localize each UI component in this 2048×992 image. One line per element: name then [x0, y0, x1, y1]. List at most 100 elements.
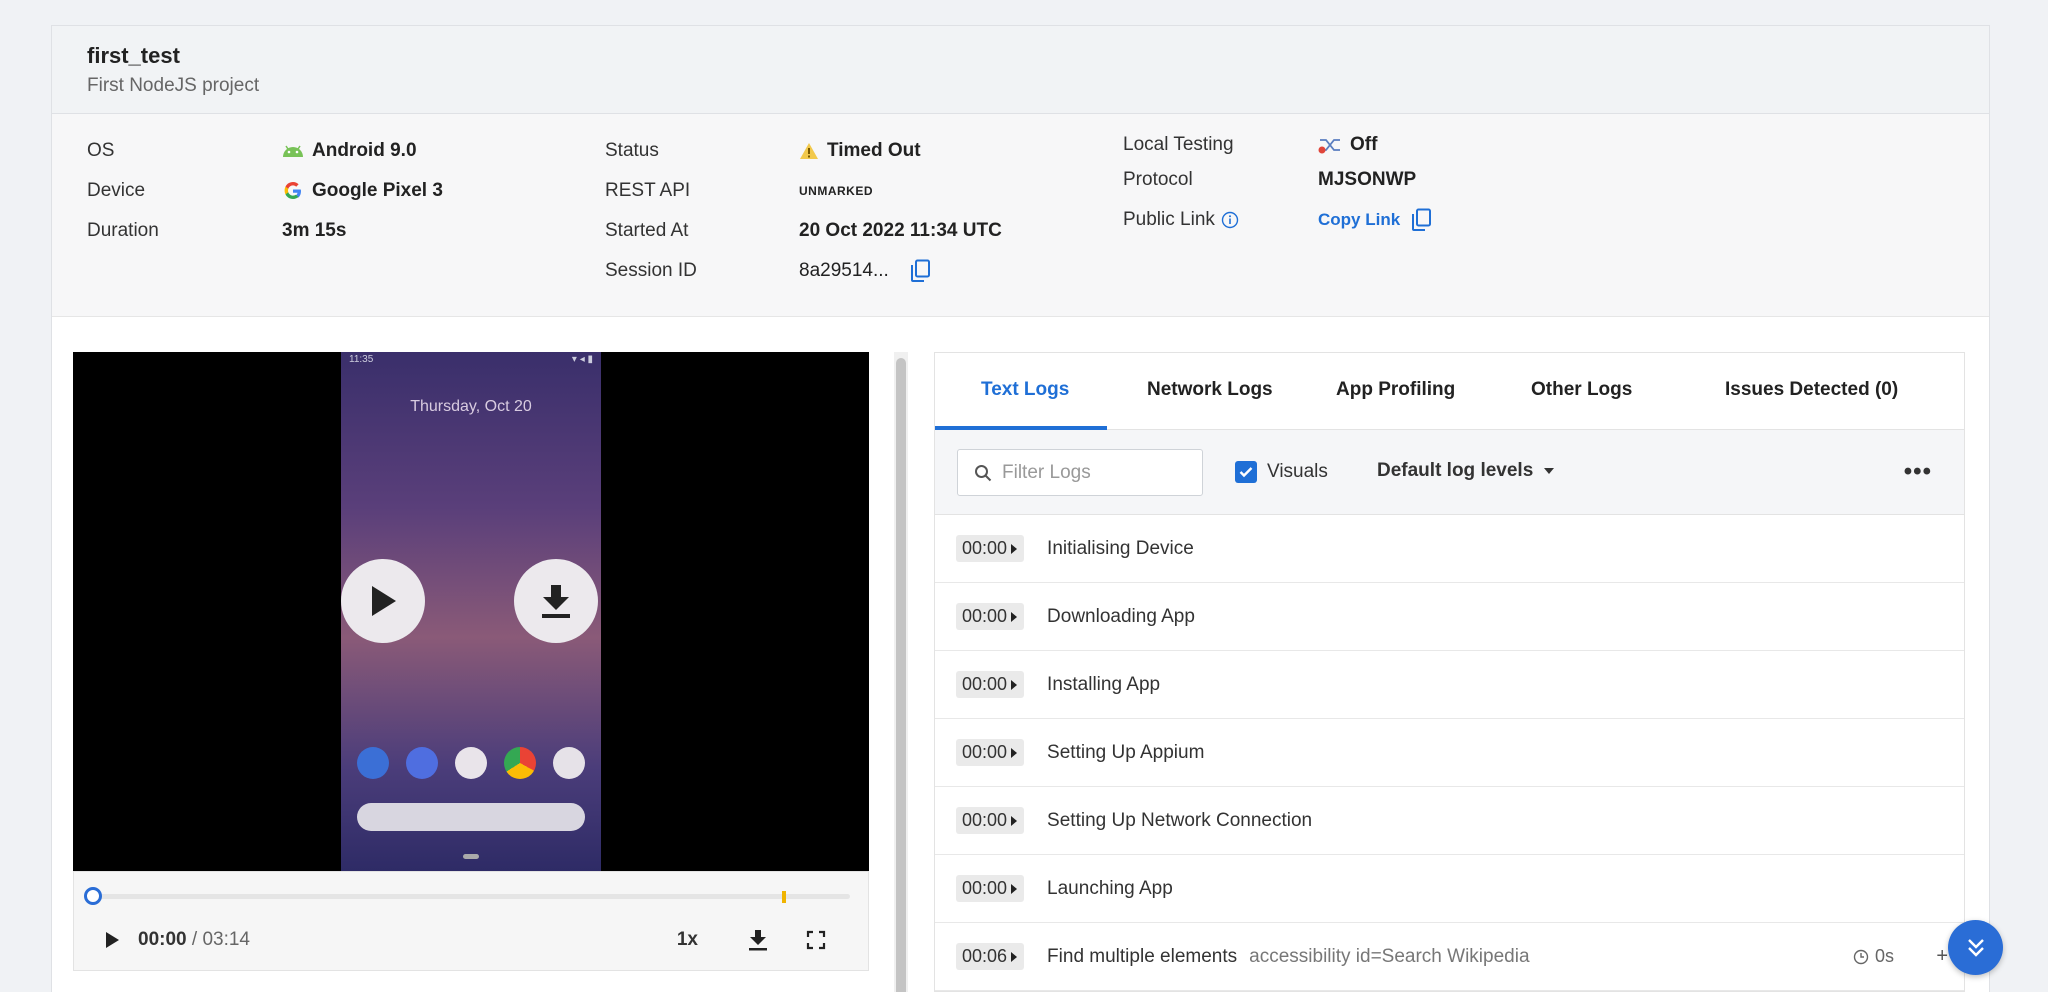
expand-log-button[interactable]: +: [1936, 945, 1948, 968]
tab-text-logs[interactable]: Text Logs: [981, 379, 1069, 401]
protocol-row: Protocol: [1123, 168, 1193, 192]
copy-link-button[interactable]: Copy Link: [1318, 208, 1432, 232]
log-timestamp: 00:00: [962, 606, 1008, 626]
status-value-row: Timed Out: [799, 139, 921, 163]
log-timestamp-button[interactable]: 00:00: [956, 739, 1025, 766]
download-icon[interactable]: [748, 929, 768, 951]
copy-icon[interactable]: [909, 259, 931, 283]
rest-api-badge[interactable]: UNMARKED: [799, 179, 873, 203]
log-tabs: Text Logs Network Logs App Profiling Oth…: [935, 353, 1964, 430]
os-value-wrap: Android 9.0: [282, 139, 417, 163]
play-small-icon: [1011, 611, 1018, 622]
log-levels-dropdown[interactable]: Default log levels: [1377, 460, 1555, 482]
checkmark-icon: [1239, 467, 1253, 478]
build-title: first_test: [87, 43, 180, 68]
log-row[interactable]: 00:00 Initialising Device: [935, 515, 1964, 583]
local-value-wrap: Off: [1318, 133, 1377, 157]
tab-app-profiling[interactable]: App Profiling: [1336, 379, 1455, 401]
local-testing-value: Off: [1350, 134, 1378, 155]
time-separator: /: [186, 929, 203, 950]
log-row[interactable]: 00:00 Setting Up Appium: [935, 719, 1964, 787]
protocol-label: Protocol: [1123, 169, 1193, 190]
phone-date: Thursday, Oct 20: [410, 398, 532, 415]
rest-row: REST API: [605, 179, 690, 203]
info-icon[interactable]: [1221, 211, 1239, 229]
started-row: Started At: [605, 219, 688, 243]
log-row[interactable]: 00:00 Installing App: [935, 651, 1964, 719]
caret-down-icon: [1544, 468, 1555, 474]
play-small-icon: [1011, 883, 1018, 894]
filter-logs-field[interactable]: [957, 449, 1203, 496]
rest-api-label: REST API: [605, 180, 691, 201]
copy-icon: [1412, 208, 1432, 231]
phone-dock: [357, 747, 585, 779]
scrollbar[interactable]: [894, 352, 908, 992]
play-small-icon: [1011, 543, 1018, 554]
copy-link-row: Copy Link: [1318, 208, 1432, 232]
duration-value: 3m 15s: [282, 220, 347, 241]
tab-issues-detected[interactable]: Issues Detected (0): [1725, 379, 1898, 401]
device-value-wrap: Google Pixel 3: [282, 179, 443, 203]
started-at-label: Started At: [605, 220, 689, 241]
warning-icon: [800, 143, 818, 159]
fullscreen-icon[interactable]: [806, 930, 826, 950]
visuals-checkbox[interactable]: [1235, 461, 1257, 483]
session-value-row: 8a29514...: [799, 259, 931, 283]
video-player[interactable]: 11:35 ▾ ◂ ▮ Thursday, Oct 20: [73, 352, 869, 871]
log-timestamp-button[interactable]: 00:06: [956, 943, 1025, 970]
log-duration: 0s: [1853, 946, 1894, 967]
play-icon[interactable]: [104, 931, 120, 949]
speed-button[interactable]: 1x: [677, 929, 698, 951]
log-timestamp-button[interactable]: 00:00: [956, 603, 1025, 630]
tab-network-logs[interactable]: Network Logs: [1147, 379, 1273, 401]
play-small-icon: [1011, 679, 1018, 690]
log-message: Setting Up Appium: [1047, 741, 1205, 763]
log-timestamp-button[interactable]: 00:00: [956, 807, 1025, 834]
build-subtitle: First NodeJS project: [87, 75, 260, 96]
session-id-label: Session ID: [605, 260, 697, 281]
play-small-icon: [1011, 815, 1018, 826]
session-id-value: 8a29514...: [799, 260, 889, 281]
logs-panel: Text Logs Network Logs App Profiling Oth…: [934, 352, 1965, 992]
scroll-to-bottom-button[interactable]: [1948, 920, 2003, 975]
status-value: Timed Out: [827, 140, 921, 161]
log-levels-label: Default log levels: [1377, 460, 1534, 481]
started-value-row: 20 Oct 2022 11:34 UTC: [799, 219, 1002, 243]
copy-link-label: Copy Link: [1318, 210, 1401, 229]
log-row[interactable]: 00:00 Downloading App: [935, 583, 1964, 651]
seek-bar[interactable]: [92, 894, 850, 899]
phone-status-time: 11:35: [349, 354, 374, 365]
log-message: Initialising Device: [1047, 537, 1194, 559]
log-message: Downloading App: [1047, 605, 1195, 627]
started-at-value: 20 Oct 2022 11:34 UTC: [799, 220, 1002, 241]
time-display: 00:00 / 03:14: [138, 929, 250, 951]
session-value-wrap: 8a29514...: [799, 259, 931, 283]
log-row[interactable]: 00:06 Find multiple elements accessibility…: [935, 923, 1964, 991]
phone-app-icon: [357, 747, 389, 779]
filter-logs-input[interactable]: [1002, 461, 1192, 484]
control-row: 00:00 / 03:14 1x: [104, 920, 844, 960]
android-icon: [283, 145, 303, 157]
seek-marker: [782, 891, 786, 903]
device-value-row: Google Pixel 3: [282, 179, 443, 203]
download-overlay-button[interactable]: [514, 559, 598, 643]
local-testing-label: Local Testing: [1123, 134, 1234, 155]
log-message: Installing App: [1047, 673, 1161, 695]
seek-handle[interactable]: [84, 887, 102, 905]
log-row[interactable]: 00:00 Launching App: [935, 855, 1964, 923]
more-options-button[interactable]: •••: [1904, 458, 1932, 486]
play-overlay-button[interactable]: [341, 559, 425, 643]
download-icon: [542, 585, 570, 618]
log-message: Setting Up Network Connection: [1047, 809, 1313, 831]
os-value-row: Android 9.0: [282, 139, 417, 163]
duration-row: Duration: [87, 219, 159, 243]
scrollbar-thumb[interactable]: [896, 358, 906, 992]
log-timestamp-button[interactable]: 00:00: [956, 535, 1025, 562]
log-row[interactable]: 00:00 Setting Up Network Connection: [935, 787, 1964, 855]
tab-other-logs[interactable]: Other Logs: [1531, 379, 1632, 401]
status-label: Status: [605, 140, 659, 161]
public-row: Public Link: [1123, 208, 1239, 232]
log-timestamp: 00:00: [962, 674, 1008, 694]
log-timestamp-button[interactable]: 00:00: [956, 875, 1025, 902]
log-timestamp-button[interactable]: 00:00: [956, 671, 1025, 698]
